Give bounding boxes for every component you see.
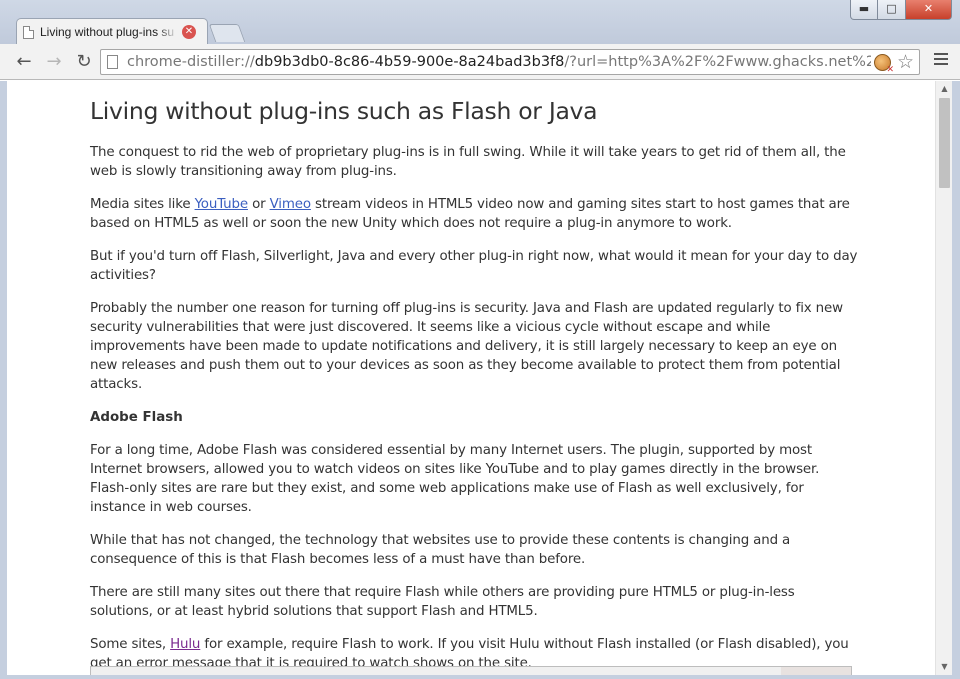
minimize-button[interactable]: ▬ bbox=[850, 0, 878, 20]
reload-button[interactable]: ↻ bbox=[70, 48, 98, 76]
window-controls: ▬ □ ✕ bbox=[850, 0, 952, 20]
menu-icon[interactable] bbox=[934, 53, 948, 67]
url-scheme: chrome-distiller:// bbox=[127, 54, 255, 70]
paragraph: For a long time, Adobe Flash was conside… bbox=[90, 443, 820, 515]
vimeo-link[interactable]: Vimeo bbox=[270, 197, 311, 212]
tab-active[interactable]: Living without plug-ins su ✕ bbox=[16, 18, 208, 45]
page-icon bbox=[23, 25, 34, 39]
article-title: Living without plug-ins such as Flash or… bbox=[90, 97, 598, 125]
youtube-link[interactable]: YouTube bbox=[195, 197, 249, 212]
tab-close-icon[interactable]: ✕ bbox=[182, 25, 196, 39]
browser-toolbar: ← → ↻ chrome-distiller://db9b3db0-8c86-4… bbox=[0, 44, 960, 80]
window-frame-right bbox=[952, 81, 960, 679]
scroll-thumb[interactable] bbox=[939, 98, 950, 188]
back-button[interactable]: ← bbox=[10, 48, 38, 76]
scroll-down-arrow-icon[interactable]: ▼ bbox=[936, 659, 953, 675]
tab-title: Living without plug-ins su bbox=[40, 25, 175, 39]
article: Living without plug-ins such as Flash or… bbox=[90, 95, 860, 675]
paragraph: Media sites like YouTube or Vimeo stream… bbox=[90, 195, 860, 233]
extension-icon[interactable] bbox=[874, 54, 894, 75]
url-host: db9b3db0-8c86-4b59-900e-8a24bad3b3f8 bbox=[254, 54, 565, 70]
page-viewport: Living without plug-ins such as Flash or… bbox=[7, 81, 935, 675]
article-image bbox=[90, 666, 852, 675]
paragraph: Probably the number one reason for turni… bbox=[90, 301, 843, 392]
text-run: or bbox=[247, 197, 270, 212]
paragraph: There are still many sites out there tha… bbox=[90, 585, 795, 619]
scroll-up-arrow-icon[interactable]: ▲ bbox=[936, 81, 953, 97]
page-icon bbox=[107, 55, 118, 69]
text-run: Some sites, bbox=[90, 637, 171, 652]
vertical-scrollbar[interactable]: ▲ ▼ bbox=[935, 81, 952, 675]
text-run: Media sites like bbox=[90, 197, 195, 212]
hulu-link[interactable]: Hulu bbox=[170, 637, 200, 652]
close-window-button[interactable]: ✕ bbox=[906, 0, 952, 20]
title-bar: Living without plug-ins su ✕ ▬ □ ✕ bbox=[0, 0, 960, 45]
url-path: /?url=http%3A%2F%2Fwww.ghacks.net%2F2 bbox=[564, 54, 871, 70]
paragraph: While that has not changed, the technolo… bbox=[90, 533, 791, 567]
forward-button[interactable]: → bbox=[40, 48, 68, 76]
section-heading-adobe-flash: Adobe Flash bbox=[90, 410, 183, 425]
new-tab-button[interactable] bbox=[208, 24, 246, 42]
window-frame-bottom bbox=[0, 675, 960, 679]
window-frame-left bbox=[0, 81, 7, 679]
url-text[interactable]: chrome-distiller://db9b3db0-8c86-4b59-90… bbox=[127, 54, 871, 70]
paragraph: The conquest to rid the web of proprieta… bbox=[90, 145, 846, 179]
maximize-button[interactable]: □ bbox=[878, 0, 906, 20]
paragraph: But if you'd turn off Flash, Silverlight… bbox=[90, 249, 858, 283]
address-bar[interactable]: chrome-distiller://db9b3db0-8c86-4b59-90… bbox=[100, 49, 920, 75]
bookmark-star-icon[interactable]: ☆ bbox=[897, 51, 914, 73]
